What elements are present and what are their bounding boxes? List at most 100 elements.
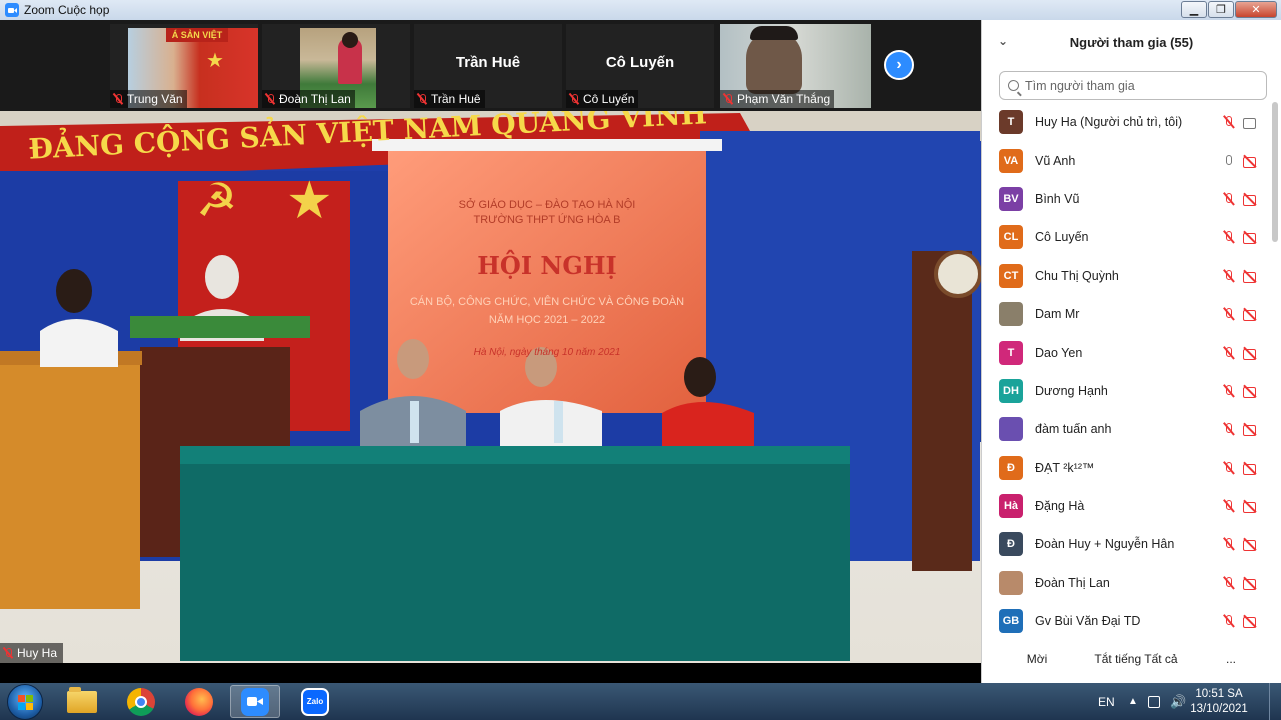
taskbar-firefox[interactable] (174, 685, 224, 718)
person-hair (750, 26, 798, 40)
video-tile[interactable]: Phạm Văn Thắng (720, 24, 871, 108)
start-button[interactable] (7, 684, 43, 720)
minimize-button[interactable]: ▁ (1181, 1, 1207, 18)
microphone-muted-icon[interactable] (1222, 614, 1236, 628)
video-camera-off-icon[interactable] (1243, 347, 1259, 360)
tile-name-label: Cô Luyến (566, 90, 639, 108)
participant-row[interactable]: Đoàn Thị Lan (982, 564, 1281, 602)
more-button[interactable]: ... (1218, 647, 1244, 671)
participant-row[interactable]: CT Chu Thị Quỳnh (982, 257, 1281, 295)
video-tile[interactable]: Trần Huê Trần Huê (414, 24, 562, 108)
avatar: BV (999, 186, 1023, 211)
microphone-muted-icon[interactable] (1222, 422, 1236, 436)
taskbar-chrome[interactable] (116, 685, 166, 718)
participant-row[interactable]: Hà Đặng Hà (982, 487, 1281, 525)
tile-name-label: Trung Văn (110, 90, 187, 108)
avatar: CL (999, 225, 1023, 250)
video-camera-off-icon[interactable] (1243, 577, 1259, 590)
microphone-muted-icon[interactable] (1222, 307, 1236, 321)
microphone-muted-icon[interactable] (1222, 537, 1236, 551)
participant-name: Dương Hạnh (1035, 383, 1108, 398)
video-tile[interactable]: Cô Luyến Cô Luyến (566, 24, 714, 108)
participant-search-input[interactable]: Tìm người tham gia (999, 71, 1267, 100)
video-camera-off-icon[interactable] (1243, 462, 1259, 475)
video-tile[interactable]: Đoàn Thị Lan (262, 24, 410, 108)
microphone-muted-icon[interactable] (1222, 115, 1236, 129)
microphone-muted-icon[interactable] (1222, 499, 1236, 513)
participant-row[interactable]: đàm tuấn anh (982, 410, 1281, 448)
participant-name: Vũ Anh (1035, 153, 1076, 168)
tile-name-label: Trần Huê (414, 90, 485, 108)
avatar: Hà (999, 494, 1023, 519)
microphone-muted-icon[interactable] (1222, 461, 1236, 475)
participant-row[interactable]: T Dao Yen (982, 333, 1281, 371)
video-bottom-bar (0, 663, 981, 683)
volume-icon[interactable]: 🔊 (1170, 683, 1186, 720)
invite-button[interactable]: Mời (1018, 647, 1056, 671)
participants-panel: ⌄ Người tham gia (55) Tìm người tham gia… (981, 20, 1281, 683)
video-tile[interactable]: Á SẢN VIỆT ★ Trung Văn (110, 24, 258, 108)
microphone-muted-icon[interactable] (1222, 230, 1236, 244)
taskbar-zalo[interactable]: Zalo (290, 685, 340, 718)
clock-time: 10:51 SA (1195, 688, 1243, 700)
video-camera-icon[interactable] (1243, 116, 1259, 130)
video-camera-off-icon[interactable] (1243, 193, 1259, 206)
video-camera-off-icon[interactable] (1243, 308, 1259, 322)
video-camera-off-icon[interactable] (1243, 500, 1259, 514)
participant-list: T Huy Ha (Người chủ trì, tôi) VA Vũ Anh BV Bì… (982, 103, 1281, 640)
mute-all-button[interactable]: Tắt tiếng Tất cả (1092, 647, 1180, 671)
taskbar-zoom[interactable] (230, 685, 280, 718)
avatar: VA (999, 148, 1023, 173)
microphone-muted-icon[interactable] (1222, 269, 1236, 283)
participant-name: Đoàn Thị Lan (1035, 575, 1110, 590)
next-page-button[interactable]: › (884, 50, 914, 80)
person-head (342, 32, 358, 48)
flag-banner: Á SẢN VIỆT (166, 28, 228, 42)
network-icon[interactable] (1148, 683, 1160, 720)
participant-row[interactable]: BV Bình Vũ (982, 180, 1281, 218)
video-camera-off-icon[interactable] (1243, 615, 1259, 629)
participant-row[interactable]: Dam Mr (982, 295, 1281, 333)
hammer-sickle-icon: ☭ (196, 174, 238, 226)
participant-row[interactable]: CL Cô Luyến (982, 218, 1281, 256)
participant-name: đàm tuấn anh (1035, 422, 1112, 437)
video-camera-off-icon[interactable] (1243, 423, 1259, 437)
show-hidden-icons-icon[interactable]: ▲ (1128, 683, 1138, 720)
participant-row[interactable]: DH Dương Hạnh (982, 372, 1281, 410)
participant-row[interactable]: T Huy Ha (Người chủ trì, tôi) (982, 103, 1281, 141)
video-camera-off-icon[interactable] (1243, 270, 1259, 283)
microphone-muted-icon[interactable] (1222, 384, 1236, 398)
participant-row[interactable]: Đ Đoàn Huy + Nguyễn Hân (982, 525, 1281, 563)
video-camera-off-icon[interactable] (1243, 385, 1259, 398)
microphone-muted-icon[interactable] (1222, 346, 1236, 360)
avatar: Đ (999, 532, 1023, 557)
video-camera-off-icon[interactable] (1243, 538, 1259, 552)
avatar: Đ (999, 455, 1023, 480)
avatar: T (999, 340, 1023, 365)
participant-name: Đặng Hà (1035, 499, 1085, 514)
participant-row[interactable]: Đ ĐẠT ²k¹²™ (982, 449, 1281, 487)
close-button[interactable]: ✕ (1235, 1, 1277, 18)
mic-muted-icon (416, 93, 428, 105)
microphone-muted-icon[interactable] (1222, 576, 1236, 590)
video-camera-off-icon[interactable] (1243, 231, 1259, 245)
language-indicator[interactable]: EN (1098, 683, 1115, 720)
scrollbar[interactable] (1272, 102, 1278, 242)
tile-display-name: Cô Luyến (605, 54, 675, 71)
show-desktop-button[interactable] (1269, 683, 1281, 720)
system-clock[interactable]: 10:51 SA 13/10/2021 (1188, 687, 1250, 717)
microphone-icon[interactable] (1222, 154, 1236, 168)
participant-row[interactable]: VA Vũ Anh (982, 141, 1281, 179)
microphone-muted-icon[interactable] (1222, 192, 1236, 206)
screen-line-4: NĂM HỌC 2021 – 2022 (488, 314, 606, 326)
participant-name: ĐẠT ²k¹²™ (1035, 460, 1095, 475)
screen-line-1: SỞ GIÁO DỤC – ĐÀO TẠO HÀ NỘI (458, 199, 636, 211)
chevron-down-icon[interactable]: ⌄ (998, 34, 1008, 48)
tile-name-label: Phạm Văn Thắng (720, 90, 835, 108)
chevron-right-icon: › (896, 56, 902, 73)
video-camera-off-icon[interactable] (1243, 155, 1259, 168)
maximize-button[interactable]: ❐ (1208, 1, 1234, 18)
taskbar-file-explorer[interactable] (57, 685, 107, 718)
windows-logo-icon (18, 695, 34, 711)
active-speaker-video[interactable]: ĐẢNG CỘNG SẢN VIỆT NAM QUANG VINH SỞ GIÁ… (0, 111, 981, 663)
